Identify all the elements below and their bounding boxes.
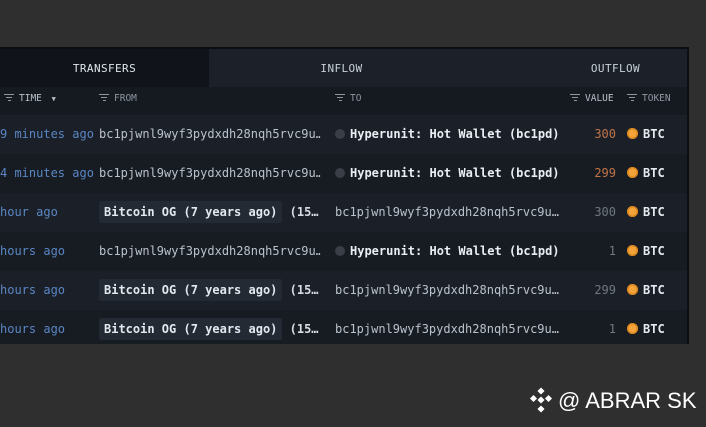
filter-icon[interactable] (627, 94, 637, 101)
table-row[interactable]: 4 minutes ago bc1pjwnl9wyf3pydxdh28nqh5r… (0, 154, 687, 193)
bitcoin-icon (627, 167, 638, 178)
tab-inflow[interactable]: INFLOW (209, 49, 474, 87)
time-column-header[interactable]: TIME ▼ (4, 93, 56, 104)
time-link[interactable]: hours ago (0, 232, 65, 271)
to-entity[interactable]: Hyperunit: Hot Wallet (bc1pd) (335, 232, 560, 271)
table-row[interactable]: hour ago Bitcoin OG (7 years ago) (15… b… (0, 193, 687, 232)
time-link[interactable]: 4 minutes ago (0, 154, 94, 193)
entity-tag[interactable]: Bitcoin OG (7 years ago) (99, 279, 283, 301)
value-amount: 299 (594, 283, 616, 297)
time-link[interactable]: 9 minutes ago (0, 115, 94, 154)
entity-tag[interactable]: Bitcoin OG (7 years ago) (99, 201, 283, 223)
value-column-header[interactable]: VALUE (570, 93, 614, 104)
token-column-header[interactable]: TOKEN (627, 93, 671, 104)
sort-descending-icon[interactable]: ▼ (52, 95, 56, 103)
from-column-header[interactable]: FROM (99, 93, 137, 104)
table-row[interactable]: hours ago bc1pjwnl9wyf3pydxdh28nqh5rvc9u… (0, 232, 687, 271)
time-link[interactable]: hours ago (0, 310, 65, 344)
watermark: @ ABRAR SK (528, 385, 697, 417)
filter-icon[interactable] (570, 94, 580, 101)
binance-logo-icon (529, 387, 553, 413)
from-entity[interactable]: Bitcoin OG (7 years ago) (15… (99, 193, 321, 232)
from-entity[interactable]: Bitcoin OG (7 years ago) (15… (99, 271, 321, 310)
to-address[interactable]: bc1pjwnl9wyf3pydxdh28nqh5rvc9u… (335, 193, 560, 232)
table-row[interactable]: hours ago Bitcoin OG (7 years ago) (15… … (0, 271, 687, 310)
table-row[interactable]: hours ago Bitcoin OG (7 years ago) (15… … (0, 310, 687, 344)
token-cell[interactable]: BTC (627, 154, 665, 193)
token-cell[interactable]: BTC (627, 193, 665, 232)
entity-icon (335, 246, 345, 256)
to-column-header[interactable]: TO (335, 93, 361, 104)
value-amount: 300 (594, 205, 616, 219)
from-address[interactable]: bc1pjwnl9wyf3pydxdh28nqh5rvc9u… (99, 154, 321, 193)
time-link[interactable]: hours ago (0, 271, 65, 310)
value-amount: 300 (594, 127, 616, 141)
from-address[interactable]: bc1pjwnl9wyf3pydxdh28nqh5rvc9u… (99, 115, 321, 154)
bitcoin-icon (627, 206, 638, 217)
token-cell[interactable]: BTC (627, 115, 665, 154)
to-address[interactable]: bc1pjwnl9wyf3pydxdh28nqh5rvc9u… (335, 310, 560, 344)
value-amount: 299 (594, 166, 616, 180)
transfers-panel: TRANSFERS INFLOW OUTFLOW TIME ▼ FROM TO … (0, 47, 689, 344)
value-amount: 1 (608, 322, 616, 336)
bitcoin-icon (627, 284, 638, 295)
filter-icon[interactable] (335, 94, 345, 101)
filter-icon[interactable] (99, 94, 109, 101)
value-amount: 1 (608, 244, 616, 258)
entity-tag[interactable]: Bitcoin OG (7 years ago) (99, 318, 283, 340)
filter-icon[interactable] (4, 94, 14, 101)
token-cell[interactable]: BTC (627, 232, 665, 271)
to-address[interactable]: bc1pjwnl9wyf3pydxdh28nqh5rvc9u… (335, 271, 560, 310)
bitcoin-icon (627, 323, 638, 334)
tab-transfers[interactable]: TRANSFERS (0, 49, 209, 87)
bitcoin-icon (627, 245, 638, 256)
from-entity-suffix: (15… (289, 322, 319, 336)
entity-icon (335, 168, 345, 178)
from-entity[interactable]: Bitcoin OG (7 years ago) (15… (99, 310, 321, 344)
from-entity-suffix: (15… (289, 205, 319, 219)
bitcoin-icon (627, 128, 638, 139)
entity-icon (335, 129, 345, 139)
from-entity-suffix: (15… (289, 283, 319, 297)
tab-bar: TRANSFERS INFLOW OUTFLOW (0, 49, 687, 87)
from-address[interactable]: bc1pjwnl9wyf3pydxdh28nqh5rvc9u… (99, 232, 321, 271)
to-entity[interactable]: Hyperunit: Hot Wallet (bc1pd) (335, 154, 560, 193)
tab-outflow[interactable]: OUTFLOW (474, 49, 687, 87)
token-cell[interactable]: BTC (627, 310, 665, 344)
time-link[interactable]: hour ago (0, 193, 58, 232)
table-row[interactable]: 9 minutes ago bc1pjwnl9wyf3pydxdh28nqh5r… (0, 115, 687, 154)
to-entity[interactable]: Hyperunit: Hot Wallet (bc1pd) (335, 115, 560, 154)
token-cell[interactable]: BTC (627, 271, 665, 310)
table-header: TIME ▼ FROM TO VALUE TOKEN (0, 87, 687, 111)
